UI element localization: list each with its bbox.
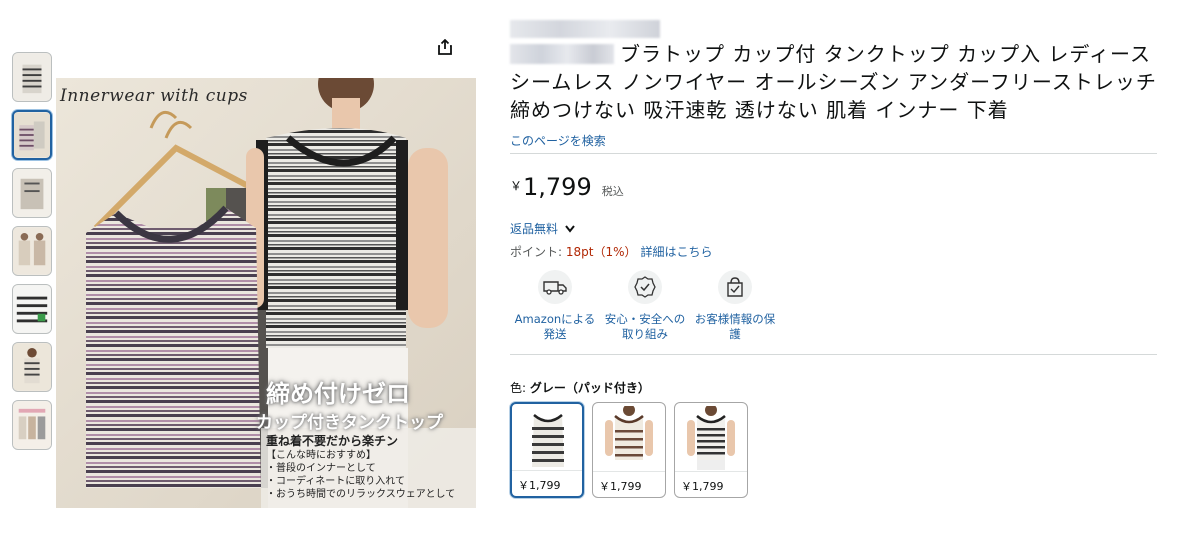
chevron-down-icon bbox=[565, 224, 575, 233]
color-label-prefix: 色: bbox=[510, 381, 530, 395]
feature-label: お客様情報の保護 bbox=[694, 312, 776, 341]
thumbnail-3[interactable] bbox=[12, 168, 52, 218]
image-bullet: ・コーディネートに取り入れて bbox=[266, 476, 405, 487]
color-swatches: ￥1,799 ￥1,799 ￥1,799 bbox=[510, 402, 1170, 498]
free-returns-link[interactable]: 返品無料 bbox=[510, 220, 1170, 237]
color-selected-name: グレー（パッド付き） bbox=[529, 381, 650, 395]
thumbnail-1[interactable] bbox=[12, 52, 52, 102]
divider bbox=[510, 153, 1157, 154]
image-sub-headline: カップ付きタンクトップ bbox=[256, 413, 443, 433]
share-button[interactable] bbox=[428, 30, 462, 64]
feature-label: 安心・安全への取り組み bbox=[604, 312, 686, 341]
image-bullet: 【こんな時におすすめ】 bbox=[266, 450, 376, 461]
color-variation-label: 色: グレー（パッド付き） bbox=[510, 379, 1170, 396]
image-script-caption: Innerwear with cups bbox=[60, 86, 248, 106]
thumbnail-5[interactable] bbox=[12, 284, 52, 334]
image-headline: 締め付けゼロ bbox=[266, 380, 410, 408]
price-tax-label: 税込 bbox=[601, 185, 624, 198]
points-label: ポイント: bbox=[510, 245, 566, 259]
feature-label: Amazonによる発送 bbox=[514, 312, 596, 341]
swatch-image bbox=[597, 404, 661, 472]
image-bullet: ・普段のインナーとして bbox=[266, 463, 376, 474]
secure-badge-icon bbox=[628, 270, 662, 304]
swatch-price: ￥1,799 bbox=[593, 471, 665, 497]
protected-bag-icon bbox=[718, 270, 752, 304]
redacted-brand bbox=[510, 44, 614, 64]
color-swatch[interactable]: ￥1,799 bbox=[674, 402, 748, 498]
color-swatch[interactable]: ￥1,799 bbox=[510, 402, 584, 498]
main-product-image[interactable]: Innerwear with cups 締め付けゼロ カップ付きタンクトップ 重… bbox=[56, 20, 476, 510]
feature-badges: Amazonによる発送 安心・安全への取り組み お客様情報の保護 bbox=[510, 270, 1170, 342]
thumbnail-6[interactable] bbox=[12, 342, 52, 392]
delivery-van-icon bbox=[538, 270, 572, 304]
swatch-image bbox=[516, 407, 580, 473]
image-lead-text: 重ね着不要だから楽チン bbox=[266, 434, 399, 448]
thumbnail-4[interactable] bbox=[12, 226, 52, 276]
product-details: ブラトップ カップ付 タンクトップ カップ入 レディース シームレス ノンワイヤ… bbox=[510, 20, 1170, 498]
swatch-price: ￥1,799 bbox=[675, 471, 747, 497]
color-swatch[interactable]: ￥1,799 bbox=[592, 402, 666, 498]
price-block: ￥ 1,799 税込 bbox=[510, 174, 1170, 200]
price-symbol: ￥ bbox=[510, 179, 523, 193]
free-returns-label: 返品無料 bbox=[510, 222, 559, 236]
image-bullet: ・おうち時間でのリラックスウェアとして bbox=[266, 489, 456, 500]
feature-safety[interactable]: 安心・安全への取り組み bbox=[600, 270, 690, 342]
product-photo: Innerwear with cups 締め付けゼロ カップ付きタンクトップ 重… bbox=[56, 78, 476, 508]
divider bbox=[510, 354, 1157, 355]
thumbnail-2[interactable] bbox=[12, 110, 52, 160]
feature-amazon-shipping[interactable]: Amazonによる発送 bbox=[510, 270, 600, 342]
points-amount: 18pt（1%） bbox=[565, 245, 637, 259]
thumbnail-7[interactable] bbox=[12, 400, 52, 450]
points-info: ポイント: 18pt（1%） 詳細はこちら bbox=[510, 243, 1170, 260]
points-details-link[interactable]: 詳細はこちら bbox=[641, 245, 713, 259]
swatch-price: ￥1,799 bbox=[512, 470, 582, 496]
redacted-brand-top bbox=[510, 20, 660, 38]
thumbnail-column bbox=[12, 52, 52, 458]
price-value: 1,799 bbox=[523, 173, 592, 201]
image-feature-list: 重ね着不要だから楽チン 【こんな時におすすめ】 ・普段のインナーとして ・コーデ… bbox=[266, 434, 476, 501]
product-title: ブラトップ カップ付 タンクトップ カップ入 レディース シームレス ノンワイヤ… bbox=[510, 20, 1170, 124]
swatch-image bbox=[679, 404, 743, 472]
store-search-link[interactable]: このページを検索 bbox=[510, 132, 1170, 149]
share-icon bbox=[438, 39, 452, 55]
feature-privacy[interactable]: お客様情報の保護 bbox=[690, 270, 780, 342]
